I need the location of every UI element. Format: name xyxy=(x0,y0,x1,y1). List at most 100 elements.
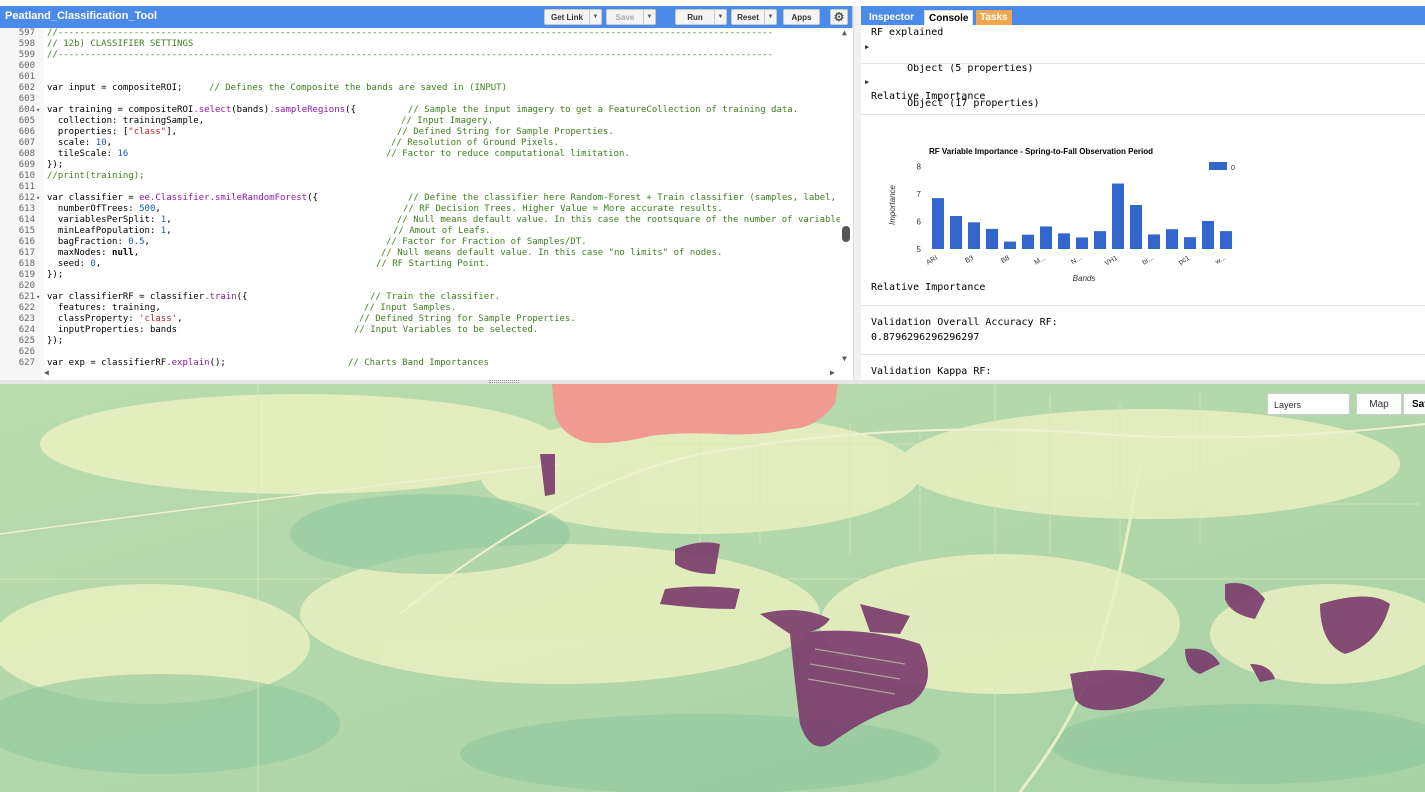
code-editor-panel: Peatland_Classification_Tool Get Link ▼ … xyxy=(0,6,853,380)
divider xyxy=(861,114,1425,115)
chart-bar[interactable] xyxy=(1022,234,1034,249)
code-line[interactable]: 597 //-----------------------------------… xyxy=(0,28,853,39)
code-line[interactable]: 603 xyxy=(0,94,853,105)
chart-bar[interactable] xyxy=(1148,234,1160,249)
code-line[interactable]: 601 xyxy=(0,72,853,83)
code-line[interactable]: 617 maxNodes: null, // Null means default… xyxy=(0,248,853,259)
expand-triangle-icon[interactable]: ▶ xyxy=(865,78,869,86)
chart-bar[interactable] xyxy=(950,216,962,249)
code-line[interactable]: 620 xyxy=(0,281,853,292)
chart-bar[interactable] xyxy=(1220,231,1232,249)
code-line[interactable]: 611 xyxy=(0,182,853,193)
chart-bar[interactable] xyxy=(1202,220,1214,249)
reset-button[interactable]: Reset ▼ xyxy=(731,9,777,25)
console-output: RF explained ▶ Object (5 properties) ▶ O… xyxy=(861,25,1425,380)
scroll-down-icon[interactable]: ▼ xyxy=(842,354,847,363)
code-line[interactable]: 618 seed: 0, // RF Starting Point. xyxy=(0,259,853,270)
chevron-down-icon[interactable]: ▼ xyxy=(589,10,601,24)
code-line[interactable]: 619}); xyxy=(0,270,853,281)
splitter-handle[interactable] xyxy=(489,380,519,383)
get-link-button[interactable]: Get Link ▼ xyxy=(544,9,602,25)
code-line[interactable]: 610 //print(training); xyxy=(0,171,853,182)
chart-bar[interactable] xyxy=(1004,241,1016,249)
chevron-down-icon[interactable]: ▼ xyxy=(643,10,655,24)
code-comment: // Define the classifier here Random-For… xyxy=(408,193,847,203)
x-tick-label: ARI xyxy=(925,255,939,267)
chart-bar[interactable] xyxy=(968,222,980,249)
save-button[interactable]: Save ▼ xyxy=(606,9,656,25)
vertical-scrollbar[interactable]: ▲ ▼ ▶ xyxy=(830,28,853,380)
code-line[interactable]: 613 numberOfTrees: 500, // RF Decision Tr… xyxy=(0,204,853,215)
tab-tasks[interactable]: Tasks xyxy=(976,10,1012,25)
fold-arrow-icon[interactable]: ▾ xyxy=(36,105,40,116)
code-text: maxNodes: null, xyxy=(47,248,140,258)
code-line[interactable]: 609}); xyxy=(0,160,853,171)
divider xyxy=(861,63,1425,64)
apps-label: Apps xyxy=(791,12,812,22)
panel-divider[interactable] xyxy=(853,6,861,380)
scrollbar-thumb[interactable] xyxy=(842,226,850,242)
chart-bar[interactable] xyxy=(1112,183,1124,249)
code-line[interactable]: 602 var input = compositeROI; // Defines t… xyxy=(0,83,853,94)
chart-bar[interactable] xyxy=(986,228,998,249)
code-line[interactable]: 605 collection: trainingSample, // Input … xyxy=(0,116,853,127)
scroll-up-icon[interactable]: ▲ xyxy=(842,28,847,37)
line-number: 606 xyxy=(18,127,35,137)
code-comment: // Defines the Composite the bands are s… xyxy=(209,83,508,93)
chart-bar[interactable] xyxy=(932,198,944,249)
chart-bar[interactable] xyxy=(1040,226,1052,249)
code-line[interactable]: 608 tileScale: 16 // Factor to reduce com… xyxy=(0,149,853,160)
chart-bar[interactable] xyxy=(1184,237,1196,249)
map-canvas[interactable] xyxy=(0,384,1425,792)
code-comment: // Null means default value. In this cas… xyxy=(381,248,723,258)
settings-button[interactable]: ⚙ xyxy=(830,9,848,25)
x-tick-label: w... xyxy=(1214,255,1228,267)
code-line[interactable]: 604 ▾ var training = compositeROI.select(b… xyxy=(0,105,853,116)
satellite-type-button[interactable]: Sat xyxy=(1403,393,1425,415)
code-line[interactable]: 614 variablesPerSplit: 1, // Null means d… xyxy=(0,215,853,226)
tab-inspector[interactable]: Inspector xyxy=(865,10,918,25)
code-line[interactable]: 600 xyxy=(0,61,853,72)
line-number: 619 xyxy=(18,270,35,280)
chart-bar[interactable] xyxy=(1166,229,1178,249)
importance-chart[interactable]: RF Variable Importance - Spring-to-Fall … xyxy=(881,123,1241,283)
code-line[interactable]: 616 bagFraction: 0.5, // Factor for Fract… xyxy=(0,237,853,248)
expand-triangle-icon[interactable]: ▶ xyxy=(865,43,869,51)
chevron-down-icon[interactable]: ▼ xyxy=(714,10,726,24)
scroll-right-icon[interactable]: ▶ xyxy=(830,368,835,377)
code-line[interactable]: 627 var exp = classifierRF.explain(); // C… xyxy=(0,358,853,369)
code-line[interactable]: 606 properties: ["class"], // Defined Str… xyxy=(0,127,853,138)
map-view[interactable]: Layers Map Sat xyxy=(0,384,1425,792)
code-line[interactable]: 625}); xyxy=(0,336,853,347)
chart-bar[interactable] xyxy=(1094,231,1106,249)
code-line[interactable]: 612 ▾ var classifier = ee.Classifier.smile… xyxy=(0,193,853,204)
code-area[interactable]: 597 //-----------------------------------… xyxy=(0,28,853,380)
code-line[interactable]: 626 xyxy=(0,347,853,358)
chart-bar[interactable] xyxy=(1058,233,1070,249)
fold-arrow-icon[interactable]: ▾ xyxy=(36,292,40,303)
code-line[interactable]: 624 inputProperties: bands // Input Varia… xyxy=(0,325,853,336)
code-line[interactable]: 598 // 12b) CLASSIFIER SETTINGS xyxy=(0,39,853,50)
tab-console[interactable]: Console xyxy=(924,10,974,25)
chart-bar[interactable] xyxy=(1130,205,1142,249)
map-type-button[interactable]: Map xyxy=(1356,393,1402,415)
code-line[interactable]: 615 minLeafPopulation: 1, // Amout of Lea… xyxy=(0,226,853,237)
legend-label: 0 xyxy=(1231,165,1235,172)
code-line[interactable]: 621 ▾ var classifierRF = classifier.train(… xyxy=(0,292,853,303)
code-text: tileScale: 16 xyxy=(47,149,129,159)
code-text: seed: 0, xyxy=(47,259,102,269)
chart-bar[interactable] xyxy=(1076,237,1088,249)
line-number: 620 xyxy=(18,281,35,291)
run-button[interactable]: Run ▼ xyxy=(675,9,727,25)
get-link-label: Get Link xyxy=(550,12,583,22)
fold-arrow-icon[interactable]: ▾ xyxy=(36,193,40,204)
layers-control[interactable]: Layers xyxy=(1267,393,1350,415)
code-line[interactable]: 623 classProperty: 'class', // Defined St… xyxy=(0,314,853,325)
scroll-left-icon[interactable]: ◀ xyxy=(44,368,49,377)
chevron-down-icon[interactable]: ▼ xyxy=(764,10,776,24)
code-line[interactable]: 622 features: training, // Input Samples. xyxy=(0,303,853,314)
line-number: 617 xyxy=(18,248,35,258)
code-line[interactable]: 607 scale: 10, // Resolution of Ground Pi… xyxy=(0,138,853,149)
code-line[interactable]: 599 //-----------------------------------… xyxy=(0,50,853,61)
apps-button[interactable]: Apps xyxy=(783,9,820,25)
